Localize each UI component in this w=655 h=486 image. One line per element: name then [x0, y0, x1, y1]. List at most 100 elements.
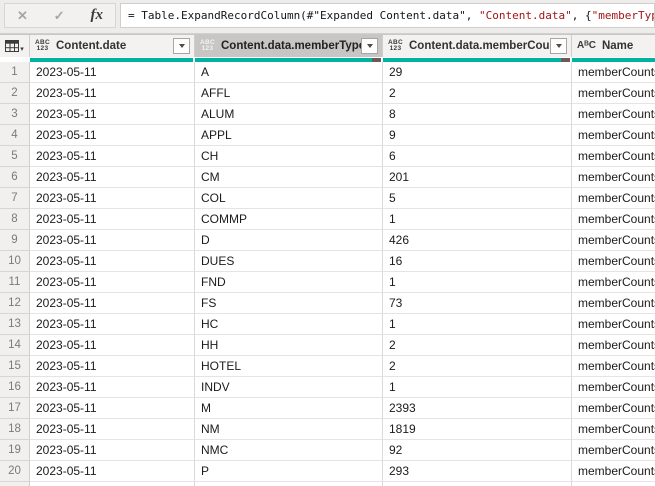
table-cell[interactable]: COL [195, 188, 383, 209]
table-cell[interactable] [572, 482, 655, 486]
table-cell[interactable]: 9 [383, 125, 572, 146]
row-number[interactable]: 11 [0, 272, 30, 293]
table-cell[interactable]: 2393 [383, 398, 572, 419]
table-cell[interactable] [30, 482, 195, 486]
table-cell[interactable]: FND [195, 272, 383, 293]
row-number[interactable]: 19 [0, 440, 30, 461]
row-number[interactable]: 17 [0, 398, 30, 419]
table-cell[interactable]: 73 [383, 293, 572, 314]
row-number[interactable]: 6 [0, 167, 30, 188]
table-cell[interactable]: 2023-05-11 [30, 104, 195, 125]
table-cell[interactable]: memberCounts [572, 167, 655, 188]
table-cell[interactable]: memberCounts [572, 440, 655, 461]
table-cell[interactable]: A [195, 62, 383, 83]
table-cell[interactable]: memberCounts [572, 356, 655, 377]
table-cell[interactable]: 293 [383, 461, 572, 482]
table-cell[interactable]: memberCounts [572, 335, 655, 356]
table-cell[interactable]: memberCounts [572, 272, 655, 293]
row-number[interactable]: 5 [0, 146, 30, 167]
table-cell[interactable]: 1 [383, 272, 572, 293]
table-cell[interactable]: memberCounts [572, 188, 655, 209]
table-cell[interactable]: NM [195, 419, 383, 440]
table-cell[interactable]: 2023-05-11 [30, 62, 195, 83]
row-number[interactable]: 12 [0, 293, 30, 314]
filter-button[interactable] [361, 38, 378, 54]
table-cell[interactable]: 2023-05-11 [30, 230, 195, 251]
table-cell[interactable]: 2023-05-11 [30, 209, 195, 230]
filter-button[interactable] [173, 38, 190, 54]
table-cell[interactable]: 426 [383, 230, 572, 251]
table-cell[interactable]: 2 [383, 356, 572, 377]
table-cell[interactable]: 1819 [383, 419, 572, 440]
row-number[interactable]: 7 [0, 188, 30, 209]
table-cell[interactable]: memberCounts [572, 419, 655, 440]
table-cell[interactable]: 2023-05-11 [30, 83, 195, 104]
table-cell[interactable]: 2023-05-11 [30, 398, 195, 419]
table-cell[interactable]: NMC [195, 440, 383, 461]
table-cell[interactable]: 16 [383, 251, 572, 272]
table-cell[interactable]: memberCounts [572, 146, 655, 167]
table-cell[interactable]: memberCounts [572, 83, 655, 104]
table-cell[interactable]: CM [195, 167, 383, 188]
table-cell[interactable]: 1 [383, 314, 572, 335]
table-cell[interactable]: 1 [383, 377, 572, 398]
table-cell[interactable]: memberCounts [572, 461, 655, 482]
column-header-Content.data.memberType[interactable]: ABC123Content.data.memberType [195, 35, 383, 57]
row-number[interactable]: 10 [0, 251, 30, 272]
table-cell[interactable] [383, 482, 572, 486]
table-cell[interactable]: 2023-05-11 [30, 272, 195, 293]
table-cell[interactable]: 2023-05-11 [30, 356, 195, 377]
filter-button[interactable] [550, 38, 567, 54]
table-cell[interactable]: HC [195, 314, 383, 335]
table-cell[interactable]: P [195, 461, 383, 482]
table-cell[interactable]: CH [195, 146, 383, 167]
table-cell[interactable]: 2023-05-11 [30, 188, 195, 209]
table-cell[interactable]: HOTEL [195, 356, 383, 377]
table-cell[interactable]: 2023-05-11 [30, 461, 195, 482]
table-cell[interactable]: memberCounts [572, 293, 655, 314]
table-cell[interactable]: 2 [383, 335, 572, 356]
cancel-icon[interactable]: ✕ [17, 8, 28, 24]
row-number[interactable]: 16 [0, 377, 30, 398]
column-header-Content.data.memberCount[interactable]: ABC123Content.data.memberCount [383, 35, 572, 57]
table-cell[interactable] [195, 482, 383, 486]
table-cell[interactable]: 29 [383, 62, 572, 83]
table-cell[interactable]: HH [195, 335, 383, 356]
table-menu-button[interactable]: ▾ [0, 35, 30, 57]
table-cell[interactable]: INDV [195, 377, 383, 398]
table-cell[interactable]: 8 [383, 104, 572, 125]
table-cell[interactable]: DUES [195, 251, 383, 272]
row-number[interactable]: 13 [0, 314, 30, 335]
table-cell[interactable]: memberCounts [572, 251, 655, 272]
row-number[interactable]: 18 [0, 419, 30, 440]
table-cell[interactable]: 2023-05-11 [30, 335, 195, 356]
table-cell[interactable]: 201 [383, 167, 572, 188]
table-cell[interactable]: M [195, 398, 383, 419]
row-number[interactable]: 3 [0, 104, 30, 125]
table-cell[interactable]: 2023-05-11 [30, 419, 195, 440]
commit-icon[interactable]: ✓ [54, 8, 65, 24]
table-cell[interactable]: memberCounts [572, 62, 655, 83]
row-number[interactable]: 4 [0, 125, 30, 146]
table-cell[interactable]: 2023-05-11 [30, 146, 195, 167]
row-number[interactable]: 1 [0, 62, 30, 83]
table-cell[interactable]: 2 [383, 83, 572, 104]
table-cell[interactable]: 2023-05-11 [30, 125, 195, 146]
row-number[interactable]: 20 [0, 461, 30, 482]
row-number[interactable]: 2 [0, 83, 30, 104]
table-cell[interactable]: COMMP [195, 209, 383, 230]
table-cell[interactable]: 6 [383, 146, 572, 167]
table-cell[interactable]: 2023-05-11 [30, 377, 195, 398]
row-number[interactable]: 8 [0, 209, 30, 230]
table-cell[interactable]: memberCounts [572, 104, 655, 125]
table-cell[interactable]: memberCounts [572, 377, 655, 398]
table-cell[interactable]: memberCounts [572, 230, 655, 251]
table-cell[interactable]: 92 [383, 440, 572, 461]
formula-input[interactable]: = Table.ExpandRecordColumn(#"Expanded Co… [120, 3, 655, 28]
table-cell[interactable]: D [195, 230, 383, 251]
row-number[interactable]: 15 [0, 356, 30, 377]
table-cell[interactable]: 2023-05-11 [30, 314, 195, 335]
row-number[interactable]: 14 [0, 335, 30, 356]
table-cell[interactable]: FS [195, 293, 383, 314]
fx-icon[interactable]: fx [91, 7, 104, 24]
